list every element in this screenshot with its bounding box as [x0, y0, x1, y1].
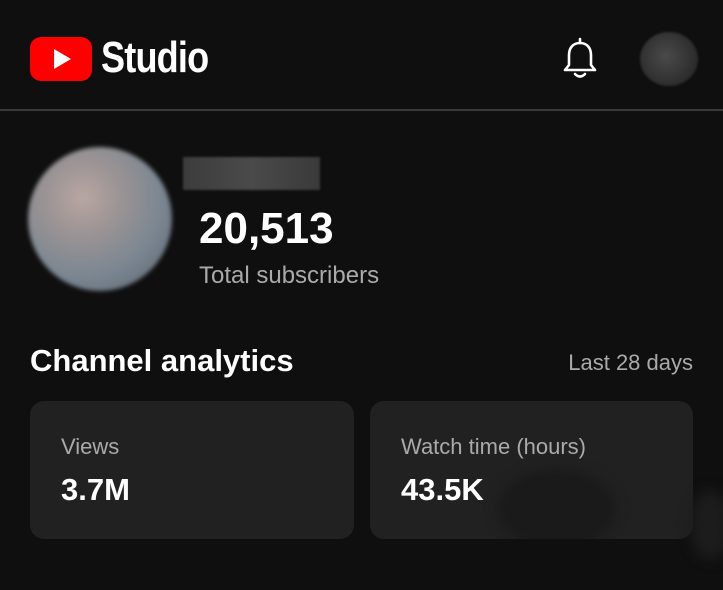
subscriber-label: Total subscribers: [199, 262, 380, 289]
channel-avatar[interactable]: [28, 147, 172, 291]
app-header: Studio: [0, 0, 723, 110]
date-range-label[interactable]: Last 28 days: [568, 350, 693, 376]
watch-time-value: 43.5K: [401, 472, 484, 507]
views-label: Views: [61, 434, 120, 459]
youtube-logo-icon[interactable]: [30, 37, 92, 81]
watch-time-card[interactable]: Watch time (hours) 43.5K: [370, 401, 693, 539]
header-divider: [0, 109, 723, 111]
studio-wordmark: Studio: [101, 33, 209, 82]
redaction-smudge: [498, 469, 616, 539]
analytics-title: Channel analytics: [30, 343, 294, 378]
views-card[interactable]: Views 3.7M: [30, 401, 354, 539]
redaction-smudge-edge: [690, 490, 723, 560]
subscriber-count: 20,513: [199, 204, 334, 253]
channel-name-redacted: [183, 157, 320, 190]
watch-time-label: Watch time (hours): [401, 434, 587, 459]
account-avatar[interactable]: [640, 32, 698, 86]
bell-icon[interactable]: [560, 37, 600, 81]
views-value: 3.7M: [61, 472, 130, 507]
